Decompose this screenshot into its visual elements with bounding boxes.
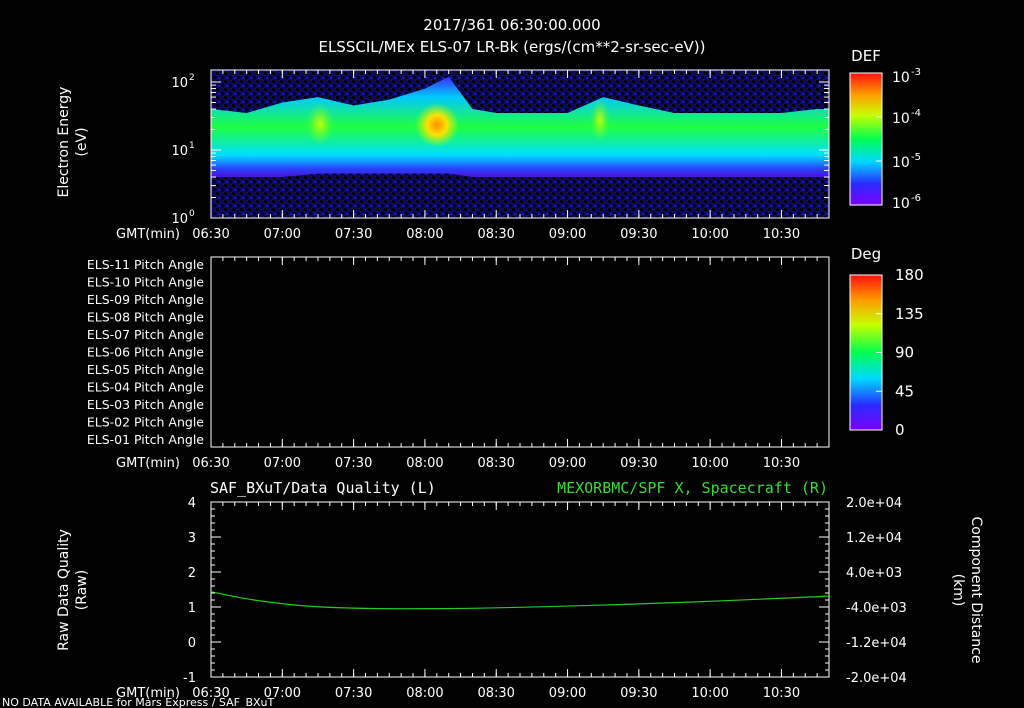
panel1-x-tick-label-8: 10:30: [763, 227, 800, 242]
panel3-title-left: SAF_BXuT/Data Quality (L): [210, 479, 436, 497]
colorbar1-tick-exp-1: -4: [911, 108, 921, 119]
colorbar1-tick-exp-0: -3: [911, 67, 921, 78]
panel3-left-tick-label-0: 4: [188, 496, 196, 511]
panel3-left-tick-label-1: 3: [188, 531, 196, 546]
colorbar2-tick-label-0: 180: [895, 266, 924, 284]
panel3-x-tick-label-2: 07:30: [335, 686, 372, 701]
plot-date: 2017/361 06:30:00.000: [423, 16, 600, 34]
panel2-x-tick-label-0: 06:30: [192, 456, 229, 471]
panel1-ylabel-unit: (eV): [74, 127, 90, 156]
panel1-ytick-exp-1: 1: [189, 141, 195, 151]
colorbar1-ticks: 10 -310 -410 -510 -6: [876, 67, 921, 212]
panel1-x-tick-label-7: 10:00: [691, 227, 728, 242]
panel3-right-tick-label-3: -4.0e+03: [846, 601, 907, 616]
panel3-right-tick-label-4: -1.2e+04: [846, 636, 907, 651]
panel1-x-tick-label-1: 07:00: [264, 227, 301, 242]
panel1-ytick-exp-0: 2: [189, 73, 195, 83]
panel3-title-right: MEXORBMC/SPF X, Spacecraft (R): [557, 479, 828, 497]
panel3-x-tick-label-6: 09:30: [620, 686, 657, 701]
panel1-x-time-label: GMT(min): [116, 227, 180, 242]
hotspot-0800: [415, 103, 459, 147]
panel2-x-tick-label-3: 08:00: [406, 456, 443, 471]
panel2-x-tick-label-5: 09:00: [549, 456, 586, 471]
colorbar1-tick-label-1: 10: [892, 111, 910, 127]
panel3-left-tick-label-5: -1: [183, 671, 196, 686]
panel2-x-tick-label-8: 10:30: [763, 456, 800, 471]
colorbar1-tick-label-2: 10: [892, 155, 910, 171]
panel3-left-tick-label-2: 2: [188, 566, 196, 581]
colorbar2-tick-label-3: 45: [895, 382, 914, 400]
panel3-ylabel-right: Component Distance: [968, 517, 984, 664]
line-panel: SAF_BXuT/Data Quality (L) MEXORBMC/SPF X…: [56, 479, 984, 701]
panel3-x-tick-label-5: 09:00: [549, 686, 586, 701]
colorbar2-label: Deg: [851, 245, 881, 263]
panel3-right-ticks: 2.0e+04 1.2e+04 4.0e+03 -4.0e+03 -1.2e+04 -2.…: [819, 496, 907, 686]
colorbar1-tick-label-3: 10: [892, 196, 910, 212]
colorbar1-tick-exp-2: -5: [911, 152, 921, 163]
panel3-ylabel-left: Raw Data Quality: [56, 529, 72, 651]
panel2-x-tick-label-2: 07:30: [335, 456, 372, 471]
panel1-x-tick-label-4: 08:30: [477, 227, 514, 242]
panel3-right-tick-label-1: 1.2e+04: [846, 531, 902, 546]
panel3-ylabel-right-unit: (km): [950, 574, 966, 607]
colorbar1: [849, 72, 883, 206]
hotspot-0915: [590, 98, 610, 142]
panel1-x-tick-label-6: 09:30: [620, 227, 657, 242]
plot-canvas: 2017/361 06:30:00.000 ELSSCIL/MEx ELS-07…: [2, 16, 984, 708]
pitch-angle-row-label-10: ELS-01 Pitch Angle: [87, 432, 204, 447]
panel1-ytick-label-1: 10: [171, 144, 188, 159]
line-plot-area: [210, 501, 830, 678]
panel1-x-tick-label-3: 08:00: [406, 227, 443, 242]
panel1-ylabel: Electron Energy: [56, 87, 72, 198]
pitch-angle-row-label-6: ELS-05 Pitch Angle: [87, 362, 204, 377]
spectrogram-panel: 10 210 110 0 GMT(min) 06:30 07:00 07:30 08:00 08…: [56, 47, 921, 242]
colorbar2-ticks: 180 135 90 45 0: [876, 266, 924, 439]
pitch-angle-plot-area: [210, 256, 830, 448]
panel2-x-tick-label-1: 07:00: [264, 456, 301, 471]
panel3-x-tick-label-7: 10:00: [691, 686, 728, 701]
panel2-x-tick-label-6: 09:30: [620, 456, 657, 471]
colorbar1-tick-label-0: 10: [892, 70, 910, 86]
colorbar1-label: DEF: [851, 47, 881, 65]
panel2-x-tick-label-4: 08:30: [477, 456, 514, 471]
spectrogram-image: [211, 70, 829, 218]
pitch-angle-row-label-2: ELS-09 Pitch Angle: [87, 292, 204, 307]
pitch-angle-row-label-0: ELS-11 Pitch Angle: [87, 257, 204, 272]
panel3-left-tick-label-3: 1: [188, 601, 196, 616]
pitch-angle-row-label-3: ELS-08 Pitch Angle: [87, 310, 204, 325]
panel1-x-tick-label-0: 06:30: [192, 227, 229, 242]
panel3-x-tick-label-4: 08:30: [477, 686, 514, 701]
panel1-x-tick-label-2: 07:30: [335, 227, 372, 242]
panel1-ytick-label-0: 10: [171, 76, 188, 91]
panel1-title: ELSSCIL/MEx ELS-07 LR-Bk (ergs/(cm**2-sr…: [318, 38, 705, 56]
pitch-angle-panel: ELS-11 Pitch Angle ELS-10 Pitch Angle ELS-…: [87, 245, 924, 471]
panel3-right-tick-label-2: 4.0e+03: [846, 566, 902, 581]
panel2-x-time-label: GMT(min): [116, 456, 180, 471]
colorbar1-tick-exp-3: -6: [911, 193, 921, 204]
pitch-angle-row-label-1: ELS-10 Pitch Angle: [87, 275, 204, 290]
pitch-angle-row-label-4: ELS-07 Pitch Angle: [87, 327, 204, 342]
panel1-ytick-label-2: 10: [171, 212, 188, 227]
panel3-left-tick-label-4: 0: [188, 636, 196, 651]
panel1-ytick-exp-2: 0: [189, 209, 195, 219]
pitch-angle-row-label-9: ELS-02 Pitch Angle: [87, 415, 204, 430]
panel3-x-tick-label-3: 08:00: [406, 686, 443, 701]
hotspot-0715: [306, 102, 334, 146]
pitch-angle-row-label-7: ELS-04 Pitch Angle: [87, 380, 204, 395]
panel3-ylabel-left-unit: (Raw): [74, 570, 90, 610]
footer-note: NO DATA AVAILABLE for Mars Express / SAF…: [2, 696, 275, 708]
pitch-angle-row-label-5: ELS-06 Pitch Angle: [87, 345, 204, 360]
colorbar2-tick-label-1: 135: [895, 305, 924, 323]
panel3-x-tick-label-8: 10:30: [763, 686, 800, 701]
panel3-right-tick-label-5: -2.0e+04: [846, 671, 907, 686]
panel1-x-tick-label-5: 09:00: [549, 227, 586, 242]
panel2-x-tick-label-7: 10:00: [691, 456, 728, 471]
panel3-right-tick-label-0: 2.0e+04: [846, 496, 902, 511]
pitch-angle-row-labels: ELS-11 Pitch Angle ELS-10 Pitch Angle ELS-…: [87, 257, 204, 447]
pitch-angle-row-label-8: ELS-03 Pitch Angle: [87, 397, 204, 412]
colorbar2-tick-label-4: 0: [895, 421, 905, 439]
colorbar2-tick-label-2: 90: [895, 344, 914, 362]
